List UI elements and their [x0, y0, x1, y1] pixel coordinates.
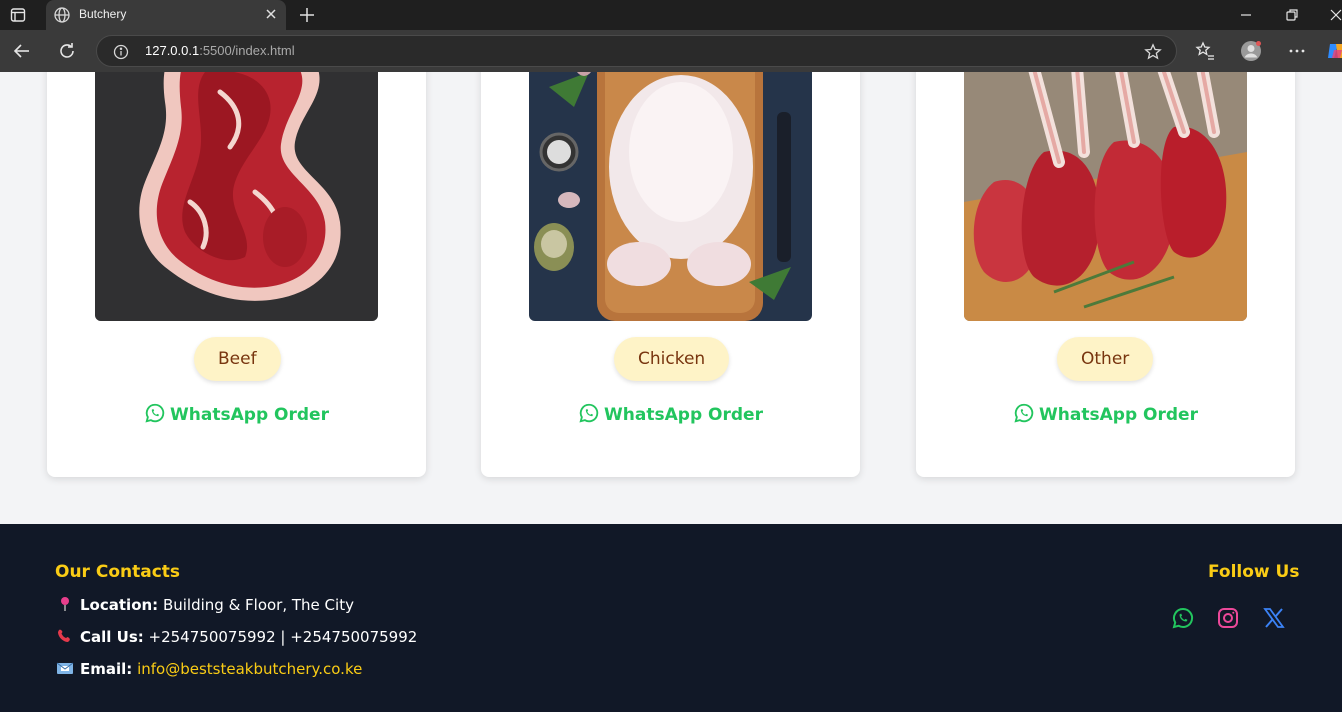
whatsapp-icon	[579, 403, 599, 423]
active-tab[interactable]: Butchery	[46, 0, 286, 30]
category-pill-chicken[interactable]: Chicken	[614, 337, 730, 381]
whatsapp-icon	[1014, 403, 1034, 423]
close-tab-icon[interactable]	[264, 7, 278, 21]
whatsapp-order-link-chicken[interactable]: WhatsApp Order	[481, 402, 860, 425]
whatsapp-icon	[145, 403, 165, 423]
page-content: Beef WhatsApp Order Chicken WhatsApp Ord…	[0, 72, 1342, 712]
more-options-icon[interactable]	[1286, 40, 1308, 62]
browser-address-bar: 127.0.0.1:5500/index.html	[0, 30, 1342, 72]
location-row: Location: Building & Floor, The City	[56, 596, 354, 614]
call-value: +254750075992 | +254750075992	[148, 628, 418, 646]
chicken-photo	[529, 72, 812, 321]
url-field[interactable]: 127.0.0.1:5500/index.html	[96, 35, 1177, 67]
contacts-heading: Our Contacts	[55, 562, 181, 582]
window-menu-icon[interactable]	[10, 7, 26, 23]
instagram-icon[interactable]	[1216, 606, 1240, 630]
beef-photo	[95, 72, 378, 321]
refresh-icon[interactable]	[57, 41, 77, 61]
whatsapp-order-label: WhatsApp Order	[604, 405, 763, 425]
product-card-beef: Beef WhatsApp Order	[47, 72, 426, 477]
site-info-icon[interactable]	[113, 44, 129, 60]
minimize-icon[interactable]	[1238, 7, 1254, 23]
url-host: 127.0.0.1	[145, 43, 200, 58]
browser-tab-bar: Butchery	[0, 0, 1342, 30]
lamb-photo	[964, 72, 1247, 321]
copilot-icon[interactable]	[1326, 40, 1342, 62]
new-tab-icon[interactable]	[298, 6, 316, 24]
globe-icon	[54, 7, 70, 23]
follow-heading: Follow Us	[1208, 562, 1300, 582]
email-label: Email:	[80, 660, 133, 678]
whatsapp-order-link-other[interactable]: WhatsApp Order	[916, 402, 1295, 425]
category-pill-beef[interactable]: Beef	[194, 337, 281, 381]
location-pin-icon	[61, 597, 69, 611]
profile-avatar-icon[interactable]	[1240, 40, 1262, 62]
product-card-chicken: Chicken WhatsApp Order	[481, 72, 860, 477]
product-card-other: Other WhatsApp Order	[916, 72, 1295, 477]
location-label: Location:	[80, 596, 159, 614]
call-row: Call Us: +254750075992 | +254750075992	[56, 628, 417, 646]
whatsapp-icon[interactable]	[1171, 606, 1195, 630]
tab-title: Butchery	[79, 7, 127, 21]
url-text: 127.0.0.1:5500/index.html	[145, 43, 295, 58]
close-window-icon[interactable]	[1328, 7, 1342, 23]
whatsapp-order-label: WhatsApp Order	[170, 405, 329, 425]
back-icon[interactable]	[12, 41, 32, 61]
url-path: :5500/index.html	[199, 43, 295, 58]
phone-icon	[58, 629, 70, 642]
favorite-star-icon[interactable]	[1144, 43, 1162, 61]
email-link[interactable]: info@beststeakbutchery.co.ke	[137, 660, 362, 678]
location-value: Building & Floor, The City	[162, 596, 354, 614]
whatsapp-order-link-beef[interactable]: WhatsApp Order	[47, 402, 426, 425]
restore-icon[interactable]	[1284, 7, 1300, 23]
x-icon[interactable]	[1262, 606, 1286, 630]
category-pill-other[interactable]: Other	[1057, 337, 1154, 381]
site-footer: Our Contacts Location: Building & Floor,…	[0, 524, 1342, 712]
email-icon	[56, 662, 74, 674]
whatsapp-order-label: WhatsApp Order	[1039, 405, 1198, 425]
call-label: Call Us:	[80, 628, 144, 646]
favorites-icon[interactable]	[1194, 40, 1216, 62]
email-row: Email: info@beststeakbutchery.co.ke	[56, 660, 362, 678]
